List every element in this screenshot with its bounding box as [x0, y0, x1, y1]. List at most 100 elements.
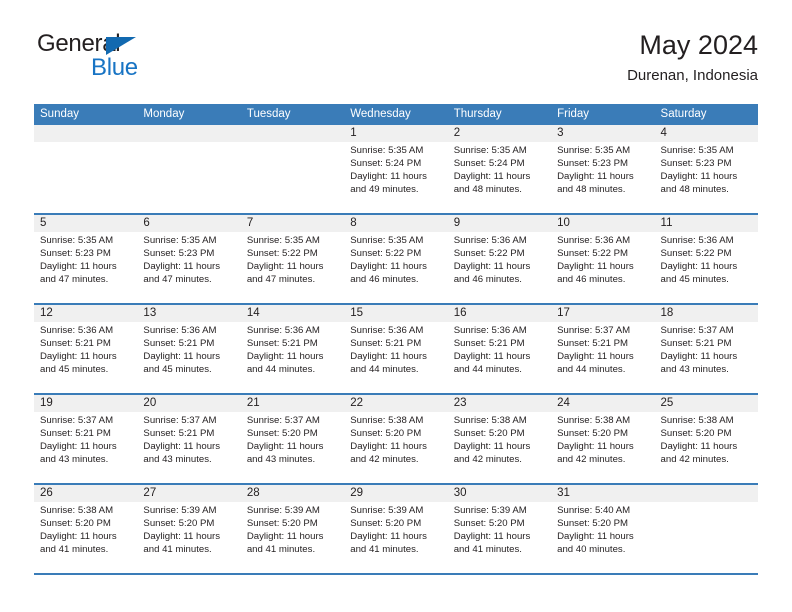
calendar-day-cell[interactable]: 10 Sunrise: 5:36 AM Sunset: 5:22 PM Dayligh…	[551, 215, 655, 303]
daylight-text: Daylight: 11 hours and 41 minutes.	[40, 531, 117, 556]
weekday-header-row: Sunday Monday Tuesday Wednesday Thursday…	[34, 104, 758, 125]
sunset-text: Sunset: 5:20 PM	[143, 518, 215, 530]
sunrise-text: Sunrise: 5:37 AM	[660, 325, 734, 336]
daylight-text: Daylight: 11 hours and 44 minutes.	[557, 351, 634, 376]
day-number: 26	[34, 485, 138, 502]
calendar-week-row: 5 Sunrise: 5:35 AM Sunset: 5:23 PM Daylight…	[34, 215, 758, 305]
daylight-text: Daylight: 11 hours and 46 minutes.	[453, 261, 531, 286]
calendar-day-cell[interactable]: 8 Sunrise: 5:35 AM Sunset: 5:22 PM Daylight…	[344, 215, 448, 303]
daylight-text: Daylight: 11 hours and 43 minutes.	[660, 351, 738, 376]
day-number: 31	[551, 485, 655, 502]
day-details: Sunrise: 5:35 AM Sunset: 5:24 PM Daylight:…	[448, 142, 551, 196]
calendar-day-cell[interactable]: 29 Sunrise: 5:39 AM Sunset: 5:20 PM Dayligh…	[344, 485, 448, 573]
daylight-text: Daylight: 11 hours and 47 minutes.	[246, 261, 324, 286]
calendar-day-cell-empty	[654, 485, 758, 573]
day-number: 30	[447, 485, 552, 502]
day-number: 17	[551, 305, 655, 322]
weekday-header-wednesday: Wednesday	[350, 108, 411, 120]
daylight-text: Daylight: 11 hours and 41 minutes.	[143, 531, 221, 556]
day-details: Sunrise: 5:39 AM Sunset: 5:20 PM Daylight:…	[448, 502, 551, 556]
day-number: 19	[34, 395, 138, 412]
sunset-text: Sunset: 5:21 PM	[40, 428, 111, 440]
calendar-day-cell[interactable]: 28 Sunrise: 5:39 AM Sunset: 5:20 PM Dayligh…	[240, 485, 345, 573]
day-details: Sunrise: 5:37 AM Sunset: 5:21 PM Daylight:…	[34, 412, 137, 466]
day-number: 8	[344, 215, 448, 232]
sunrise-text: Sunrise: 5:35 AM	[40, 235, 114, 246]
sunrise-text: Sunrise: 5:36 AM	[246, 325, 320, 336]
calendar-day-cell[interactable]: 22 Sunrise: 5:38 AM Sunset: 5:20 PM Dayligh…	[344, 395, 448, 483]
daylight-text: Daylight: 11 hours and 41 minutes.	[246, 531, 324, 556]
calendar-day-cell[interactable]: 11 Sunrise: 5:36 AM Sunset: 5:22 PM Dayligh…	[654, 215, 758, 303]
day-number: 15	[344, 305, 448, 322]
calendar-day-cell[interactable]: 1 Sunrise: 5:35 AM Sunset: 5:24 PM Daylight…	[344, 125, 448, 213]
daylight-text: Daylight: 11 hours and 44 minutes.	[350, 351, 427, 376]
day-number: 22	[344, 395, 448, 412]
calendar-day-cell[interactable]: 9 Sunrise: 5:36 AM Sunset: 5:22 PM Daylight…	[447, 215, 552, 303]
sunrise-text: Sunrise: 5:39 AM	[453, 505, 527, 516]
calendar-day-cell[interactable]: 20 Sunrise: 5:37 AM Sunset: 5:21 PM Dayligh…	[137, 395, 241, 483]
sunrise-text: Sunrise: 5:35 AM	[350, 235, 424, 246]
sunset-text: Sunset: 5:23 PM	[40, 248, 111, 260]
sunrise-text: Sunrise: 5:35 AM	[660, 145, 734, 156]
sunrise-text: Sunrise: 5:40 AM	[557, 505, 631, 516]
calendar-day-cell[interactable]: 6 Sunrise: 5:35 AM Sunset: 5:23 PM Daylight…	[137, 215, 241, 303]
sunset-text: Sunset: 5:21 PM	[660, 338, 732, 350]
triangle-icon	[106, 37, 136, 55]
sunset-text: Sunset: 5:20 PM	[557, 428, 629, 440]
calendar-day-cell[interactable]: 23 Sunrise: 5:38 AM Sunset: 5:20 PM Dayligh…	[447, 395, 552, 483]
calendar-day-cell[interactable]: 25 Sunrise: 5:38 AM Sunset: 5:20 PM Dayligh…	[654, 395, 758, 483]
calendar-day-cell[interactable]: 3 Sunrise: 5:35 AM Sunset: 5:23 PM Daylight…	[551, 125, 655, 213]
weekday-header-monday: Monday	[143, 108, 185, 120]
day-details: Sunrise: 5:38 AM Sunset: 5:20 PM Daylight:…	[34, 502, 137, 556]
calendar-day-cell[interactable]: 26 Sunrise: 5:38 AM Sunset: 5:20 PM Dayligh…	[34, 485, 138, 573]
day-details: Sunrise: 5:39 AM Sunset: 5:20 PM Daylight:…	[241, 502, 344, 556]
calendar-day-cell[interactable]: 7 Sunrise: 5:35 AM Sunset: 5:22 PM Daylight…	[240, 215, 345, 303]
day-details: Sunrise: 5:39 AM Sunset: 5:20 PM Daylight:…	[137, 502, 240, 556]
day-number: 25	[654, 395, 758, 412]
sunset-text: Sunset: 5:24 PM	[453, 158, 525, 170]
sunset-text: Sunset: 5:20 PM	[453, 518, 525, 530]
sunset-text: Sunset: 5:20 PM	[246, 518, 318, 530]
calendar-day-cell[interactable]: 18 Sunrise: 5:37 AM Sunset: 5:21 PM Dayligh…	[654, 305, 758, 393]
calendar-day-cell[interactable]: 27 Sunrise: 5:39 AM Sunset: 5:20 PM Dayligh…	[137, 485, 241, 573]
sunrise-text: Sunrise: 5:36 AM	[40, 325, 114, 336]
sunrise-text: Sunrise: 5:35 AM	[246, 235, 320, 246]
calendar-day-cell[interactable]: 16 Sunrise: 5:36 AM Sunset: 5:21 PM Dayligh…	[447, 305, 552, 393]
calendar-day-cell[interactable]: 19 Sunrise: 5:37 AM Sunset: 5:21 PM Dayligh…	[34, 395, 138, 483]
calendar-day-cell[interactable]: 15 Sunrise: 5:36 AM Sunset: 5:21 PM Dayligh…	[344, 305, 448, 393]
sunset-text: Sunset: 5:20 PM	[246, 428, 318, 440]
sunrise-text: Sunrise: 5:39 AM	[143, 505, 217, 516]
calendar-day-cell[interactable]: 13 Sunrise: 5:36 AM Sunset: 5:21 PM Dayligh…	[137, 305, 241, 393]
calendar-day-cell[interactable]: 30 Sunrise: 5:39 AM Sunset: 5:20 PM Dayligh…	[447, 485, 552, 573]
calendar-day-cell[interactable]: 2 Sunrise: 5:35 AM Sunset: 5:24 PM Daylight…	[447, 125, 552, 213]
calendar-day-cell[interactable]: 4 Sunrise: 5:35 AM Sunset: 5:23 PM Daylight…	[654, 125, 758, 213]
brand-logo[interactable]: General Blue	[34, 28, 274, 88]
daylight-text: Daylight: 11 hours and 41 minutes.	[453, 531, 531, 556]
sunrise-text: Sunrise: 5:36 AM	[350, 325, 424, 336]
day-number: 2	[447, 125, 552, 142]
day-number: 10	[551, 215, 655, 232]
sunrise-text: Sunrise: 5:38 AM	[557, 415, 631, 426]
sunrise-text: Sunrise: 5:35 AM	[557, 145, 631, 156]
calendar-day-cell[interactable]: 12 Sunrise: 5:36 AM Sunset: 5:21 PM Dayligh…	[34, 305, 138, 393]
calendar-day-cell[interactable]: 17 Sunrise: 5:37 AM Sunset: 5:21 PM Dayligh…	[551, 305, 655, 393]
day-number: 20	[137, 395, 241, 412]
calendar-day-cell[interactable]: 5 Sunrise: 5:35 AM Sunset: 5:23 PM Daylight…	[34, 215, 138, 303]
day-number: 9	[447, 215, 552, 232]
daylight-text: Daylight: 11 hours and 47 minutes.	[40, 261, 117, 286]
daylight-text: Daylight: 11 hours and 45 minutes.	[660, 261, 738, 286]
calendar-day-cell[interactable]: 14 Sunrise: 5:36 AM Sunset: 5:21 PM Dayligh…	[240, 305, 345, 393]
daylight-text: Daylight: 11 hours and 48 minutes.	[453, 171, 531, 196]
calendar-day-cell[interactable]: 24 Sunrise: 5:38 AM Sunset: 5:20 PM Dayligh…	[551, 395, 655, 483]
daylight-text: Daylight: 11 hours and 43 minutes.	[40, 441, 117, 466]
sunrise-text: Sunrise: 5:36 AM	[453, 325, 527, 336]
calendar-day-cell[interactable]: 31 Sunrise: 5:40 AM Sunset: 5:20 PM Dayligh…	[551, 485, 655, 573]
day-number: 28	[240, 485, 345, 502]
page-title: May 2024	[639, 30, 758, 60]
day-details: Sunrise: 5:36 AM Sunset: 5:21 PM Daylight:…	[241, 322, 344, 376]
daylight-text: Daylight: 11 hours and 49 minutes.	[350, 171, 427, 196]
daylight-text: Daylight: 11 hours and 42 minutes.	[660, 441, 738, 466]
day-details: Sunrise: 5:38 AM Sunset: 5:20 PM Daylight:…	[448, 412, 551, 466]
sunrise-text: Sunrise: 5:39 AM	[246, 505, 320, 516]
calendar-day-cell[interactable]: 21 Sunrise: 5:37 AM Sunset: 5:20 PM Dayligh…	[240, 395, 345, 483]
